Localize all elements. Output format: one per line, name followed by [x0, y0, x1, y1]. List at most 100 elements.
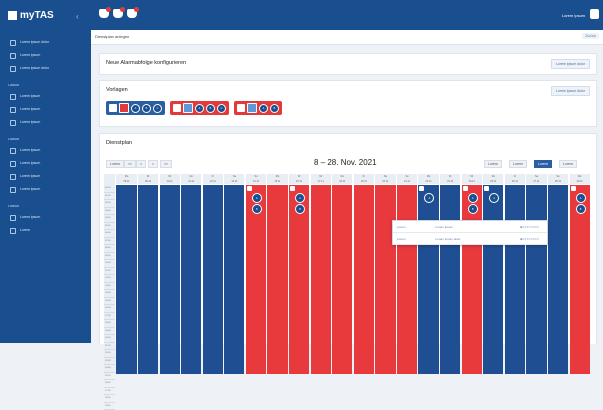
alarm-circle[interactable]: B — [576, 204, 586, 214]
date-nav-button[interactable]: >> — [160, 160, 172, 168]
day-column[interactable]: Fr12.11 — [203, 174, 223, 374]
day-column[interactable]: Mo29.11AB — [570, 174, 590, 374]
alarm-circle[interactable]: A — [576, 193, 586, 203]
preset-template[interactable]: AB — [234, 101, 282, 115]
day-column[interactable]: So21.11 — [397, 174, 417, 374]
edit-icon[interactable] — [419, 186, 424, 191]
day-column[interactable]: So28.11 — [548, 174, 568, 374]
sidebar-item[interactable]: Lorem ipsum — [0, 211, 91, 224]
preset-template[interactable]: ABC — [106, 101, 165, 115]
view-button[interactable]: Lorem — [559, 160, 577, 168]
shift-block[interactable] — [440, 185, 460, 374]
view-button[interactable]: Lorem — [484, 160, 502, 168]
alarm-circle[interactable]: B — [295, 204, 305, 214]
shift-block[interactable] — [375, 185, 395, 374]
shift-block[interactable] — [354, 185, 374, 374]
day-column[interactable]: Mo22.11A — [418, 174, 438, 374]
alarm-circle[interactable]: A — [489, 193, 499, 203]
day-column[interactable]: Mo15.11 — [267, 174, 287, 374]
day-column[interactable]: Di23.11 — [440, 174, 460, 374]
date-nav-button[interactable]: < — [136, 160, 146, 168]
sidebar-item[interactable]: Lorem ipsum — [0, 116, 91, 129]
shift-block[interactable] — [548, 185, 568, 374]
sidebar-item[interactable]: Lorem ipsum — [0, 157, 91, 170]
day-column[interactable]: Sa27.11 — [526, 174, 546, 374]
shift-block[interactable] — [311, 185, 331, 374]
date-nav-button[interactable]: << — [124, 160, 136, 168]
alarm-circle[interactable]: A — [252, 193, 262, 203]
alarm-circle[interactable]: A — [424, 193, 434, 203]
date-nav-button[interactable]: Lorem — [106, 160, 124, 168]
edit-icon[interactable] — [571, 186, 576, 191]
edit-icon[interactable] — [237, 104, 245, 112]
alarm-circle[interactable]: A — [295, 193, 305, 203]
day-column[interactable]: Di16.11AB — [289, 174, 309, 374]
day-column[interactable]: Mi10.11 — [160, 174, 180, 374]
day-column[interactable]: So14.11AB — [246, 174, 266, 374]
app-logo[interactable]: myTAS — [8, 10, 54, 21]
alarm-circle[interactable]: B — [252, 204, 262, 214]
alarm-circle[interactable]: A — [468, 193, 478, 203]
day-column[interactable]: Mo08.11 — [116, 174, 136, 374]
shift-block[interactable]: AB — [570, 185, 590, 374]
alarm-bell-icon[interactable] — [127, 9, 137, 18]
shift-block[interactable] — [332, 185, 352, 374]
shift-block[interactable] — [181, 185, 201, 374]
view-button[interactable]: Lorem — [534, 160, 552, 168]
sidebar-item[interactable]: Lorem ipsum — [0, 49, 91, 62]
edit-icon[interactable] — [247, 186, 252, 191]
sidebar-item[interactable]: Lorem ipsum dolor — [0, 62, 91, 75]
shift-block[interactable] — [397, 185, 417, 374]
shift-block[interactable] — [526, 185, 546, 374]
edit-icon[interactable] — [484, 186, 489, 191]
day-column[interactable]: Fr19.11 — [354, 174, 374, 374]
day-column[interactable]: Fr26.11 — [505, 174, 525, 374]
day-column[interactable]: Do11.11 — [181, 174, 201, 374]
alarm-bell-icon[interactable] — [113, 9, 123, 18]
shift-block[interactable]: AB — [246, 185, 266, 374]
day-column[interactable]: Sa13.11 — [224, 174, 244, 374]
day-column[interactable]: Do25.11A — [483, 174, 503, 374]
date-nav-button[interactable]: > — [148, 160, 158, 168]
sidebar-item[interactable]: Lorem ipsum — [0, 90, 91, 103]
shift-block[interactable] — [505, 185, 525, 374]
shift-block[interactable] — [116, 185, 136, 374]
sidebar-item[interactable]: Lorem — [0, 224, 91, 237]
shift-block[interactable]: AB — [462, 185, 482, 374]
sidebar-item[interactable]: Lorem ipsum — [0, 144, 91, 157]
delete-icon[interactable] — [247, 103, 257, 113]
configure-alarm-button[interactable]: Lorem ipsum dolor — [551, 59, 590, 69]
collapse-icon[interactable]: ‹ — [76, 12, 79, 21]
avatar[interactable] — [590, 9, 599, 19]
popup-row[interactable]: LoremLorem ipsum dolor●○○○○○○○○ — [393, 233, 547, 245]
day-column[interactable]: Di09.11 — [138, 174, 158, 374]
alarm-bell-icon[interactable] — [99, 9, 109, 18]
sidebar-item[interactable]: Lorem ipsum — [0, 170, 91, 183]
day-column[interactable]: Mi17.11 — [311, 174, 331, 374]
edit-icon[interactable] — [173, 104, 181, 112]
alarm-circle[interactable]: B — [468, 204, 478, 214]
edit-icon[interactable] — [463, 186, 468, 191]
shift-block[interactable] — [203, 185, 223, 374]
sidebar-item[interactable]: Lorem ipsum — [0, 183, 91, 196]
preset-template[interactable]: ABC — [170, 101, 229, 115]
shift-block[interactable] — [267, 185, 287, 374]
shift-block[interactable] — [224, 185, 244, 374]
back-button[interactable]: Zurück — [582, 33, 599, 39]
popup-row[interactable]: LoremLorem ipsum●○○○○○○○○ — [393, 221, 547, 233]
shift-block[interactable]: AB — [289, 185, 309, 374]
shift-block[interactable] — [138, 185, 158, 374]
view-button[interactable]: Lorem — [509, 160, 527, 168]
day-column[interactable]: Do18.11 — [332, 174, 352, 374]
user-name[interactable]: Lorem ipsum — [562, 13, 585, 18]
day-column[interactable]: Mi24.11AB — [462, 174, 482, 374]
add-preset-button[interactable]: Lorem ipsum dolor — [551, 86, 590, 96]
shift-block[interactable] — [160, 185, 180, 374]
delete-icon[interactable] — [119, 103, 129, 113]
delete-icon[interactable] — [183, 103, 193, 113]
sidebar-item[interactable]: Lorem ipsum — [0, 103, 91, 116]
edit-icon[interactable] — [109, 104, 117, 112]
shift-block[interactable]: A — [418, 185, 438, 374]
sidebar-item[interactable]: Lorem ipsum dolor — [0, 36, 91, 49]
shift-block[interactable]: A — [483, 185, 503, 374]
